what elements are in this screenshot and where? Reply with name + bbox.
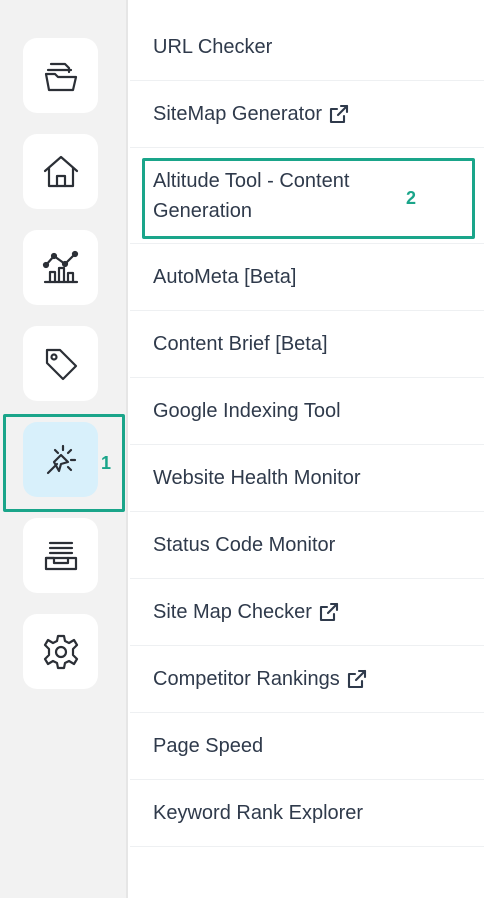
menu-item-keyword-rank-explorer[interactable]: Keyword Rank Explorer [130, 780, 484, 847]
inbox-stack-icon [44, 541, 77, 570]
home-icon [43, 155, 78, 187]
sidebar-item-analytics[interactable] [23, 230, 98, 305]
menu-item-altitude-tool[interactable]: Altitude Tool - Content Generation [130, 148, 484, 244]
sidebar-item-tags[interactable] [23, 326, 98, 401]
menu-item-status-code-monitor[interactable]: Status Code Monitor [130, 512, 484, 579]
menu-item-label: Site Map Checker [153, 601, 312, 623]
sidebar-item-inbox[interactable] [23, 518, 98, 593]
analytics-chart-icon [42, 250, 78, 283]
annotation-number-1: 1 [101, 453, 112, 473]
menu-item-competitor-rankings[interactable]: Competitor Rankings [130, 646, 484, 713]
sidebar-item-home[interactable] [23, 134, 98, 209]
folder-icon [44, 62, 77, 91]
sidebar-item-settings[interactable] [23, 614, 98, 689]
menu-item-label: AutoMeta [Beta] [153, 266, 297, 288]
menu-item-label: Page Speed [153, 735, 264, 757]
menu-item-content-brief[interactable]: Content Brief [Beta] [130, 311, 484, 378]
menu-item-autometa[interactable]: AutoMeta [Beta] [130, 244, 484, 311]
external-link-icon [346, 668, 368, 690]
menu-item-label: SiteMap Generator [153, 103, 322, 125]
external-link-icon [318, 601, 340, 623]
menu-item-website-health-monitor[interactable]: Website Health Monitor [130, 445, 484, 512]
menu-item-url-checker[interactable]: URL Checker [130, 14, 484, 81]
icon-sidebar [0, 0, 128, 898]
menu-item-label: Status Code Monitor [153, 534, 336, 556]
menu-item-page-speed[interactable]: Page Speed [130, 713, 484, 780]
tools-menu: URL Checker SiteMap Generator Altitude T… [130, 0, 484, 898]
menu-item-label: Altitude Tool - Content Generation [153, 169, 350, 222]
sidebar-item-tools[interactable] [23, 422, 98, 497]
tag-icon [45, 348, 77, 380]
menu-item-label: Content Brief [Beta] [153, 333, 328, 355]
menu-item-label: URL Checker [153, 36, 273, 58]
menu-item-site-map-checker[interactable]: Site Map Checker [130, 579, 484, 646]
menu-item-label: Website Health Monitor [153, 467, 361, 489]
external-link-icon [328, 103, 350, 125]
menu-item-google-indexing-tool[interactable]: Google Indexing Tool [130, 378, 484, 445]
gear-icon [43, 634, 78, 669]
menu-item-label: Keyword Rank Explorer [153, 802, 364, 824]
menu-item-label: Competitor Rankings [153, 668, 340, 690]
annotation-number-2: 2 [406, 188, 417, 208]
sidebar-item-files[interactable] [23, 38, 98, 113]
menu-item-label: Google Indexing Tool [153, 400, 341, 422]
magic-cursor-icon [46, 444, 76, 474]
menu-item-sitemap-generator[interactable]: SiteMap Generator [130, 81, 484, 148]
